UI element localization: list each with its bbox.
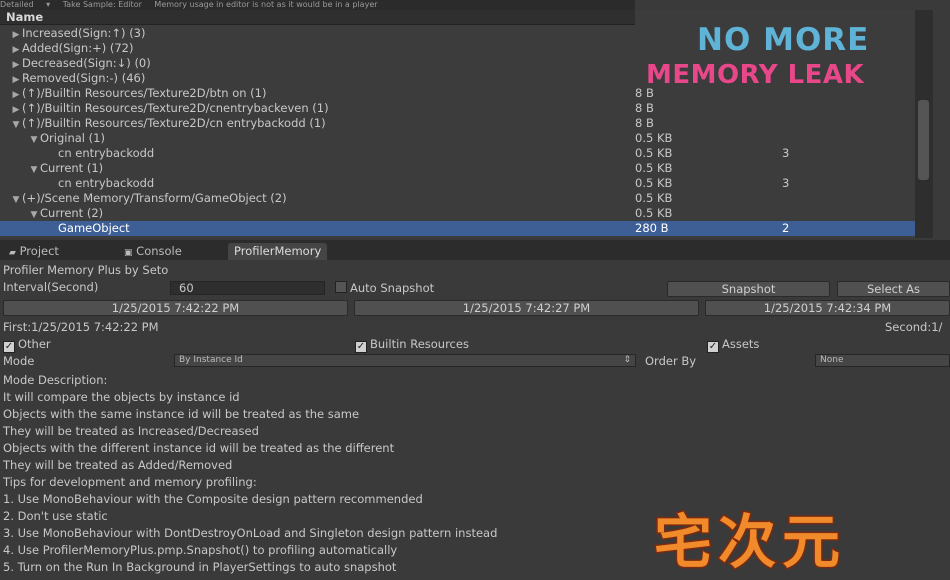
panel-title: Profiler Memory Plus by Seto (3, 263, 169, 277)
tree-row-label: cn entrybackodd (58, 176, 155, 190)
description-line: 5. Turn on the Run In Background in Play… (3, 560, 397, 574)
tree-row-size: 0.5 KB (635, 161, 673, 175)
tree-row[interactable]: ▶ (↑)/Builtin Resources/Texture2D/cnentry… (0, 101, 915, 116)
mode-label: Mode (3, 354, 35, 368)
tree-row-count: 3 (782, 146, 790, 160)
auto-snapshot-checkbox[interactable] (335, 281, 347, 293)
description-line: 3. Use MonoBehaviour with DontDestroyOnL… (3, 526, 498, 540)
description-line: They will be treated as Added/Removed (3, 458, 233, 472)
tree-scrollbar-thumb[interactable] (918, 100, 929, 180)
take-sample-button[interactable]: Take Sample: Editor (63, 0, 142, 9)
tree-row-label: GameObject (58, 221, 130, 235)
tree-row[interactable]: ▼ (+)/Scene Memory/Transform/GameObject (… (0, 191, 915, 206)
tree-header-name[interactable]: Name (0, 10, 635, 25)
tree-row-count: 3 (782, 176, 790, 190)
tree-row-size: 0.5 KB (635, 146, 673, 160)
description-line: Objects with the same instance id will b… (3, 407, 360, 421)
assets-label: Assets (722, 337, 760, 351)
tree-row-name: cn entrybackodd (46, 176, 154, 191)
other-label: Other (18, 337, 51, 351)
tree-row-name: cn entrybackodd (46, 146, 154, 161)
toolbar-detailed-dropdown[interactable]: Detailed (0, 0, 34, 9)
tree-row[interactable]: ▼ Current (1) 0.5 KB (0, 161, 915, 176)
tab-console[interactable]: ▣ Console (118, 243, 188, 260)
tree-row-label: Current (2) (40, 206, 104, 220)
order-by-dropdown-value: None (820, 355, 844, 365)
order-by-label: Order By (645, 354, 697, 368)
tree-row-label: Current (1) (40, 161, 104, 175)
tree-row-size: 280 B (635, 221, 669, 235)
tree-row-label: Added(Sign:+) (72) (22, 41, 134, 55)
overlay-title-line2: MEMORY LEAK (646, 60, 865, 90)
auto-snapshot-label: Auto Snapshot (350, 281, 435, 295)
select-as-button[interactable]: Select As (837, 281, 950, 297)
description-line: 2. Don't use static (3, 509, 108, 523)
description-line: Objects with the different instance id w… (3, 441, 395, 455)
tree-row-label: Decreased(Sign:↓) (0) (22, 56, 151, 70)
description-line: 4. Use ProfilerMemoryPlus.pmp.Snapshot()… (3, 543, 398, 557)
order-by-dropdown[interactable]: None (815, 354, 950, 367)
tree-row-size: 8 B (635, 101, 654, 115)
tab-project[interactable]: ▰ Project (3, 243, 65, 260)
tab-project-label: Project (19, 244, 59, 258)
description-line: 1. Use MonoBehaviour with the Composite … (3, 492, 423, 506)
builtin-resources-label: Builtin Resources (370, 337, 469, 351)
tree-row[interactable]: ▼ Original (1) 0.5 KB (0, 131, 915, 146)
logo-text: 宅次元 (654, 508, 846, 576)
snapshot-button[interactable]: Snapshot (667, 281, 830, 297)
mode-dropdown-value: By Instance Id (179, 355, 243, 365)
toolbar-dropdown-arrow[interactable]: ▾ (46, 0, 50, 9)
filter-assets[interactable]: ✓ Assets (707, 337, 760, 353)
tree-row-label: cn entrybackodd (58, 146, 155, 160)
assets-checkbox[interactable]: ✓ (707, 341, 719, 353)
tree-row-name: GameObject (46, 221, 130, 236)
tree-row-label: (+)/Scene Memory/Transform/GameObject (2… (22, 191, 287, 205)
auto-snapshot-toggle[interactable]: Auto Snapshot (335, 280, 434, 295)
builtin-resources-checkbox[interactable]: ✓ (355, 341, 367, 353)
toolbar-note: Memory usage in editor is not as it woul… (154, 0, 378, 9)
snapshot-item-2[interactable]: 1/25/2015 7:42:27 PM (354, 300, 699, 316)
snapshot-item-1[interactable]: 1/25/2015 7:42:22 PM (3, 300, 348, 316)
tree-row-size: 8 B (635, 116, 654, 130)
tree-row-size: 0.5 KB (635, 176, 673, 190)
description-line: Mode Description: (3, 373, 108, 387)
second-snapshot-label: Second:1/ (885, 320, 943, 334)
tree-row[interactable]: ▼ Current (2) 0.5 KB (0, 206, 915, 221)
description-line: Tips for development and memory profilin… (3, 475, 257, 489)
tree-row-size: 0.5 KB (635, 206, 673, 220)
site-logo: 宅次元 (652, 507, 846, 578)
mode-dropdown[interactable]: By Instance Id ⇕ (174, 354, 636, 367)
other-checkbox[interactable]: ✓ (3, 341, 15, 353)
folder-icon: ▰ (9, 248, 16, 258)
tree-row-label: Increased(Sign:↑) (3) (22, 26, 146, 40)
filter-builtin-resources[interactable]: ✓ Builtin Resources (355, 337, 469, 353)
tree-row-label: (↑)/Builtin Resources/Texture2D/cnentryb… (22, 101, 329, 115)
tree-row-label: (↑)/Builtin Resources/Texture2D/btn on (… (22, 86, 267, 100)
dropdown-arrow-icon: ⇕ (623, 355, 631, 365)
snapshot-item-3[interactable]: 1/25/2015 7:42:34 PM (705, 300, 950, 316)
tree-row[interactable]: cn entrybackodd 0.5 KB 3 (0, 146, 915, 161)
first-snapshot-label: First:1/25/2015 7:42:22 PM (3, 320, 159, 334)
tree-row-label: Original (1) (40, 131, 105, 145)
tree-row-label: (↑)/Builtin Resources/Texture2D/cn entry… (22, 116, 326, 130)
interval-input[interactable]: 60 (170, 281, 325, 295)
tab-console-label: Console (136, 244, 182, 258)
description-line: They will be treated as Increased/Decrea… (3, 424, 259, 438)
overlay-title-line1: NO MORE (697, 22, 870, 58)
tree-row-count: 2 (782, 221, 790, 235)
tree-row[interactable]: cn entrybackodd 0.5 KB 3 (0, 176, 915, 191)
tree-row[interactable]: ▼ (↑)/Builtin Resources/Texture2D/cn entr… (0, 116, 915, 131)
tab-profilermemory-label: ProfilerMemory (234, 244, 322, 258)
tree-row-label: Removed(Sign:-) (46) (22, 71, 146, 85)
tab-profilermemory[interactable]: ProfilerMemory (228, 243, 328, 260)
filter-other[interactable]: ✓ Other (3, 337, 51, 353)
tree-row[interactable]: GameObject 280 B 2 (0, 221, 915, 236)
description-line: It will compare the objects by instance … (3, 390, 240, 404)
tree-row-size: 0.5 KB (635, 191, 673, 205)
console-icon: ▣ (124, 248, 133, 258)
profiler-toolbar: Detailed ▾ Take Sample: Editor Memory us… (0, 0, 635, 10)
interval-label: Interval(Second) (3, 280, 99, 294)
tree-row-size: 0.5 KB (635, 131, 673, 145)
